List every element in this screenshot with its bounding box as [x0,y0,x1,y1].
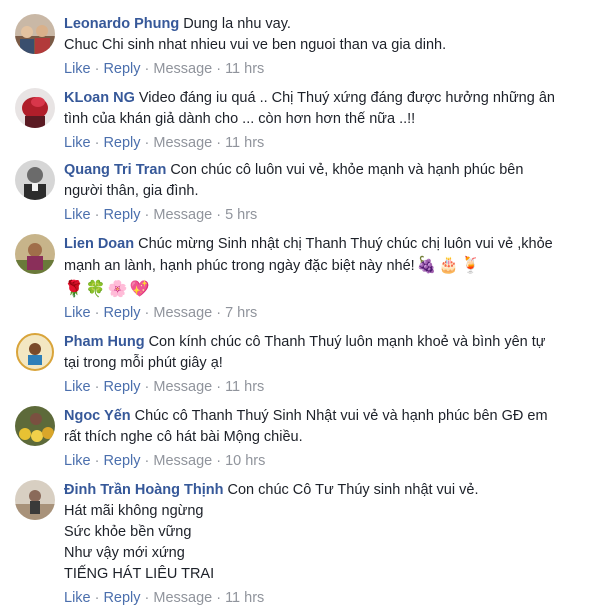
avatar[interactable] [15,406,55,446]
comment-author[interactable]: Quang Tri Tran [64,162,166,178]
like-link[interactable]: Like [64,453,91,469]
comment-body: Ngoc Yến Chúc cô Thanh Thuý Sinh Nhật vui… [64,406,564,471]
avatar[interactable] [15,332,55,372]
separator: · [216,135,222,151]
emoji-sticker: 🌹🍀🌸💖 [64,281,152,298]
avatar[interactable] [15,480,55,520]
comment-text: Video đáng iu quá .. Chị Thuý xứng đáng … [64,90,555,127]
separator: · [216,305,222,321]
comment-timestamp[interactable]: 11 hrs [225,379,264,395]
comment-actions: Like · Reply · Message · 10 hrs [64,451,564,471]
message-link[interactable]: Message [153,207,212,223]
comment-actions: Like · Reply · Message · 11 hrs [64,59,564,79]
separator: · [144,135,150,151]
separator: · [94,61,100,77]
message-link[interactable]: Message [153,453,212,469]
separator: · [94,305,100,321]
reply-link[interactable]: Reply [103,453,140,469]
reply-link[interactable]: Reply [103,590,140,606]
avatar[interactable] [15,88,55,128]
comment-author[interactable]: KLoan NG [64,90,135,106]
comment-text: Chúc cô Thanh Thuý Sinh Nhật vui vẻ và h… [64,408,548,445]
comment-body: Pham Hung Con kính chúc cô Thanh Thuý luô… [64,332,564,397]
avatar[interactable] [15,234,55,274]
comment-actions: Like · Reply · Message · 5 hrs [64,205,564,225]
reply-link[interactable]: Reply [103,379,140,395]
comment-timestamp[interactable]: 11 hrs [225,590,264,606]
comment-body: Đinh Trần Hoàng Thịnh Con chúc Cô Tư Thúy… [64,480,564,608]
reply-link[interactable]: Reply [103,207,140,223]
separator: · [216,453,222,469]
like-link[interactable]: Like [64,61,91,77]
message-link[interactable]: Message [153,61,212,77]
like-link[interactable]: Like [64,379,91,395]
reply-link[interactable]: Reply [103,305,140,321]
comment-timestamp[interactable]: 5 hrs [225,207,257,223]
reply-link[interactable]: Reply [103,135,140,151]
message-link[interactable]: Message [153,135,212,151]
comment-actions: Like · Reply · Message · 7 hrs [64,303,564,323]
comment-timestamp[interactable]: 11 hrs [225,61,264,77]
like-link[interactable]: Like [64,135,91,151]
comment-body: Quang Tri Tran Con chúc cô luôn vui vẻ, k… [64,160,564,225]
like-link[interactable]: Like [64,590,91,606]
comment-body: KLoan NG Video đáng iu quá .. Chị Thuý xứ… [64,88,564,153]
comment-author[interactable]: Leonardo Phung [64,16,179,32]
separator: · [144,379,150,395]
message-link[interactable]: Message [153,379,212,395]
comment-timestamp[interactable]: 7 hrs [225,305,257,321]
separator: · [144,590,150,606]
comment-timestamp[interactable]: 10 hrs [225,453,265,469]
separator: · [216,590,222,606]
separator: · [94,590,100,606]
separator: · [94,207,100,223]
avatar[interactable] [15,160,55,200]
reply-link[interactable]: Reply [103,61,140,77]
comment-author[interactable]: Ngoc Yến [64,408,131,424]
separator: · [144,207,150,223]
message-link[interactable]: Message [153,305,212,321]
comment-actions: Like · Reply · Message · 11 hrs [64,133,564,153]
separator: · [216,61,222,77]
message-link[interactable]: Message [153,590,212,606]
avatar[interactable] [15,14,55,54]
comment-timestamp[interactable]: 11 hrs [225,135,264,151]
comment-author[interactable]: Lien Doan [64,236,134,252]
comment-author[interactable]: Đinh Trần Hoàng Thịnh [64,482,224,498]
separator: · [94,379,100,395]
separator: · [216,207,222,223]
comment-body: Leonardo Phung Dung la nhu vay. Chuc Chi … [64,14,564,79]
emoji-sticker: 🍇🎂🍹 [416,257,483,274]
separator: · [144,453,150,469]
separator: · [94,453,100,469]
comment-body: Lien Doan Chúc mừng Sinh nhật chị Thanh T… [64,234,564,323]
comment-actions: Like · Reply · Message · 11 hrs [64,588,564,608]
like-link[interactable]: Like [64,207,91,223]
comment-list: Leonardo Phung Dung la nhu vay. Chuc Chi … [0,0,594,606]
comment-author[interactable]: Pham Hung [64,334,145,350]
separator: · [94,135,100,151]
like-link[interactable]: Like [64,305,91,321]
separator: · [144,61,150,77]
separator: · [144,305,150,321]
comment-actions: Like · Reply · Message · 11 hrs [64,377,564,397]
separator: · [216,379,222,395]
